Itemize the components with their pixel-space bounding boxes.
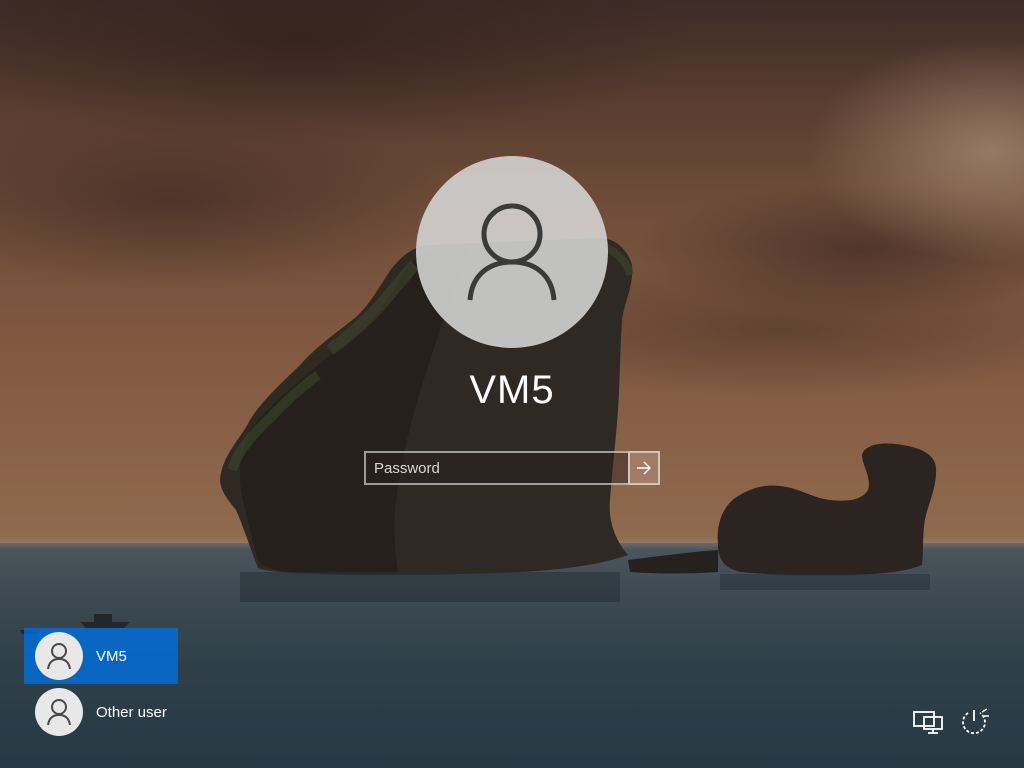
arrow-right-icon — [637, 461, 651, 475]
network-icon — [913, 711, 943, 734]
account-name: VM5 — [469, 368, 555, 412]
network-button[interactable] — [911, 708, 945, 736]
user-list-item-label: VM5 — [96, 647, 127, 665]
user-icon — [47, 699, 71, 726]
user-icon — [47, 643, 71, 670]
account-avatar — [416, 156, 608, 348]
user-list: VM5 Other user — [24, 628, 184, 740]
lock-screen: VM5 VM5 Other user — [0, 0, 1024, 768]
user-avatar-small — [35, 688, 83, 736]
submit-button[interactable] — [628, 451, 660, 485]
user-list-item-label: Other user — [96, 703, 167, 721]
user-list-item-vm5[interactable]: VM5 — [24, 628, 178, 684]
power-button[interactable] — [957, 707, 991, 735]
user-avatar-small — [35, 632, 83, 680]
password-row — [364, 451, 660, 485]
user-list-item-other-user[interactable]: Other user — [24, 684, 178, 740]
user-icon — [467, 203, 557, 301]
password-input[interactable] — [364, 451, 628, 485]
power-icon — [962, 708, 989, 735]
